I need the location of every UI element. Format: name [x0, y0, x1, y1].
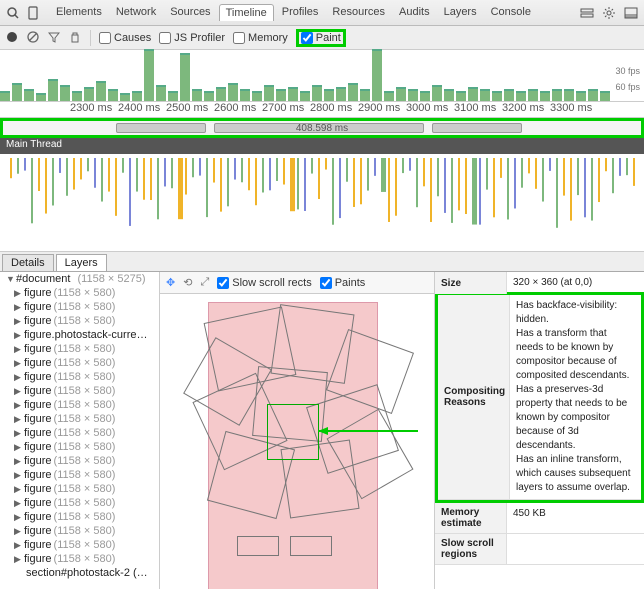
prop-size-val: 320 × 360 (at 0,0) — [507, 272, 644, 294]
move-icon[interactable]: ✥ — [166, 276, 175, 289]
tree-item[interactable]: ▶figure (1158 × 580) — [0, 398, 159, 412]
device-icon[interactable] — [26, 6, 40, 20]
timeline-toolbar: Causes JS Profiler Memory Paint — [0, 26, 644, 50]
tab-console[interactable]: Console — [485, 4, 537, 21]
tree-item[interactable]: ▶figure (1158 × 580) — [0, 342, 159, 356]
prop-mem-key: Memory estimate — [435, 503, 507, 533]
tree-item[interactable]: ▶figure (1158 × 580) — [0, 426, 159, 440]
detail-tabs: Details Layers — [0, 252, 644, 272]
prop-ssr-val — [507, 534, 644, 564]
main-toolbar: Elements Network Sources Timeline Profil… — [0, 0, 644, 26]
divider — [90, 30, 91, 46]
paint-checkbox[interactable]: Paint — [301, 32, 341, 44]
layers-tab[interactable]: Layers — [56, 254, 107, 271]
overview-minimap[interactable]: 408.598 ms — [0, 118, 644, 138]
flame-chart[interactable] — [0, 154, 644, 252]
tree-item[interactable]: ▶figure (1158 × 580) — [0, 370, 159, 384]
reset-icon[interactable]: ⤢ — [200, 276, 209, 289]
tree-item[interactable]: ▶figure (1158 × 580) — [0, 496, 159, 510]
filter-icon[interactable] — [48, 31, 61, 44]
jsprofiler-checkbox[interactable]: JS Profiler — [159, 32, 225, 44]
tab-elements[interactable]: Elements — [50, 4, 108, 21]
tree-item[interactable]: ▶figure (1158 × 580) — [0, 552, 159, 566]
paints-checkbox[interactable]: Paints — [320, 277, 366, 289]
tree-item[interactable]: ▶figure (1158 × 580) — [0, 482, 159, 496]
details-tab[interactable]: Details — [2, 254, 54, 271]
memory-checkbox[interactable]: Memory — [233, 32, 288, 44]
tab-timeline[interactable]: Timeline — [219, 4, 274, 21]
gear-icon[interactable] — [602, 6, 616, 20]
tree-item[interactable]: ▶figure (1158 × 580) — [0, 356, 159, 370]
tree-item[interactable]: ▶figure (1158 × 580) — [0, 314, 159, 328]
drawer-icon[interactable] — [580, 6, 594, 20]
prop-comp-val: Has backface-visibility: hidden. Has a t… — [510, 295, 641, 499]
tab-network[interactable]: Network — [110, 4, 162, 21]
fps-overview[interactable]: 30 fps 60 fps — [0, 50, 644, 102]
layer-tree[interactable]: ▼#document (1158 × 5275) ▶figure (1158 ×… — [0, 272, 160, 589]
tab-profiles[interactable]: Profiles — [276, 4, 325, 21]
tab-layers[interactable]: Layers — [438, 4, 483, 21]
tree-item[interactable]: ▶figure (1158 × 580) — [0, 468, 159, 482]
prop-ssr-key: Slow scroll regions — [435, 534, 507, 564]
tree-item[interactable]: ▶figure (1158 × 580) — [0, 454, 159, 468]
tab-resources[interactable]: Resources — [326, 4, 391, 21]
tab-audits[interactable]: Audits — [393, 4, 436, 21]
tree-item[interactable]: ▶figure (1158 × 580) — [0, 510, 159, 524]
tree-item[interactable]: ▶figure (1158 × 580) — [0, 384, 159, 398]
tab-sources[interactable]: Sources — [164, 4, 216, 21]
clear-icon[interactable] — [27, 31, 40, 44]
tree-item[interactable]: ▶figure (1158 × 580) — [0, 524, 159, 538]
layer-properties: Size320 × 360 (at 0,0) Compositing Reaso… — [434, 272, 644, 589]
time-ruler: 2300 ms2400 ms2500 ms 2600 ms2700 ms2800… — [0, 102, 644, 118]
pan-icon[interactable]: ⟲ — [183, 276, 192, 289]
gc-icon[interactable] — [69, 31, 82, 44]
dock-icon[interactable] — [624, 6, 638, 20]
main-thread-header: Main Thread — [0, 138, 644, 154]
record-icon[interactable] — [6, 31, 19, 44]
prop-mem-val: 450 KB — [507, 503, 644, 533]
tree-item[interactable]: ▶figure (1158 × 580) — [0, 412, 159, 426]
tree-item[interactable]: ▶figure (1158 × 580) — [0, 440, 159, 454]
layer-visualization[interactable] — [160, 294, 434, 589]
tree-item[interactable]: ▶figure (1158 × 580) — [0, 286, 159, 300]
slow-rects-checkbox[interactable]: Slow scroll rects — [217, 277, 311, 289]
causes-checkbox[interactable]: Causes — [99, 32, 151, 44]
prop-comp-key: Compositing Reasons — [438, 295, 510, 499]
prop-size-key: Size — [435, 272, 507, 294]
layer-canvas-toolbar: ✥ ⟲ ⤢ Slow scroll rects Paints — [160, 272, 434, 294]
tree-item[interactable]: ▶figure (1158 × 580) — [0, 538, 159, 552]
selection-duration: 408.598 ms — [296, 123, 348, 134]
inspect-icon[interactable] — [6, 6, 20, 20]
tree-item[interactable]: ▶figure (1158 × 580) — [0, 300, 159, 314]
tree-item[interactable]: ▶figure.photostack-curre… — [0, 328, 159, 342]
